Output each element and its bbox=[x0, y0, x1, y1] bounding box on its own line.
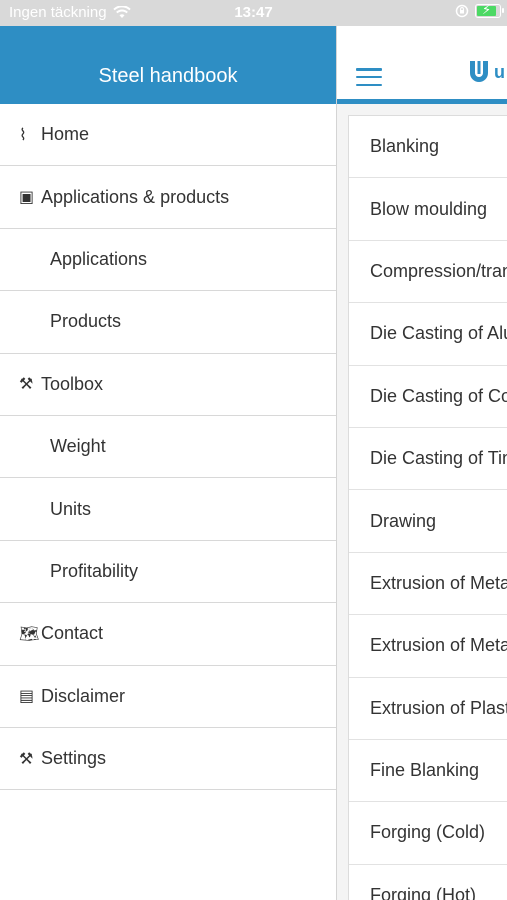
tools-icon: ⚒ bbox=[19, 376, 34, 394]
document-icon: ▤ bbox=[19, 688, 35, 706]
menu-item-contact[interactable]: 🗺 Contact bbox=[0, 603, 336, 666]
drawer-header: Steel handbook bbox=[0, 26, 336, 104]
pulse-icon: ⌇ bbox=[19, 126, 27, 144]
list-item[interactable]: Forging (Hot) bbox=[349, 865, 507, 900]
brand-logo: u bbox=[468, 59, 505, 85]
status-right: ⚡ bbox=[455, 2, 504, 18]
list-item[interactable]: Extrusion of Meta bbox=[349, 615, 507, 678]
menu-item-units[interactable]: Units bbox=[0, 478, 336, 541]
menu-item-label: Contact bbox=[41, 623, 104, 644]
menu-item-applications-products[interactable]: ▣ Applications & products bbox=[0, 166, 336, 229]
list-item[interactable]: Blanking bbox=[349, 116, 507, 179]
menu-item-disclaimer[interactable]: ▤ Disclaimer bbox=[0, 666, 336, 728]
list-item[interactable]: Drawing bbox=[349, 490, 507, 553]
list-item[interactable]: Die Casting of Alu bbox=[349, 303, 507, 366]
logo-text: u bbox=[494, 61, 505, 82]
status-bar: Ingen täckning 13:47 ⚡ bbox=[0, 0, 507, 26]
menu-item-label: Applications bbox=[50, 248, 148, 269]
menu-item-profitability[interactable]: Profitability bbox=[0, 541, 336, 604]
list-item[interactable]: Forging (Cold) bbox=[349, 802, 507, 865]
menu-item-label: Disclaimer bbox=[41, 685, 126, 706]
menu-item-label: Weight bbox=[50, 436, 106, 457]
menu-item-label: Profitability bbox=[50, 560, 139, 581]
side-drawer: Steel handbook ⌇ Home ▣ Applications & prod… bbox=[0, 26, 337, 900]
list-item[interactable]: Blow moulding bbox=[349, 178, 507, 241]
list-item[interactable]: Die Casting of Tin bbox=[349, 428, 507, 491]
list-item[interactable]: Extrusion of Plast bbox=[349, 678, 507, 740]
list-item[interactable]: Fine Blanking bbox=[349, 740, 507, 803]
logo-icon bbox=[470, 61, 488, 82]
list-item[interactable]: Extrusion of Meta bbox=[349, 553, 507, 616]
tools-icon: ⚒ bbox=[19, 750, 34, 768]
menu-item-toolbox[interactable]: ⚒ Toolbox bbox=[0, 354, 336, 416]
battery-icon: ⚡ bbox=[475, 2, 504, 18]
menu-item-label: Toolbox bbox=[41, 373, 104, 394]
menu-item-label: Products bbox=[50, 311, 122, 332]
list-item[interactable]: Compression/tran bbox=[349, 241, 507, 304]
map-icon: 🗺 bbox=[19, 625, 40, 643]
menu-item-label: Home bbox=[41, 124, 90, 145]
status-time: 13:47 bbox=[234, 4, 273, 21]
drawer-menu: ⌇ Home ▣ Applications & products Application… bbox=[0, 104, 336, 791]
menu-item-label: Applications & products bbox=[41, 186, 230, 207]
menu-item-weight[interactable]: Weight bbox=[0, 416, 336, 479]
menu-item-label: Units bbox=[50, 498, 92, 519]
menu-item-home[interactable]: ⌇ Home bbox=[0, 104, 336, 167]
menu-item-settings[interactable]: ⚒ Settings bbox=[0, 728, 336, 791]
list-item[interactable]: Die Casting of Co bbox=[349, 366, 507, 428]
drawer-title: Steel handbook bbox=[98, 65, 238, 87]
applications-list: Blanking Blow moulding Compression/tran Die… bbox=[348, 115, 507, 900]
charging-icon: ⚡ bbox=[482, 2, 492, 17]
orientation-lock-icon bbox=[455, 4, 469, 18]
main-content: u Blanking Blow moulding Compression/tran D… bbox=[337, 26, 507, 900]
menu-item-products[interactable]: Products bbox=[0, 291, 336, 354]
hamburger-menu-icon[interactable] bbox=[356, 68, 382, 86]
cube-icon: ▣ bbox=[19, 189, 35, 207]
menu-item-label: Settings bbox=[41, 748, 107, 769]
top-bar: u bbox=[337, 26, 507, 104]
menu-item-applications[interactable]: Applications bbox=[0, 229, 336, 292]
